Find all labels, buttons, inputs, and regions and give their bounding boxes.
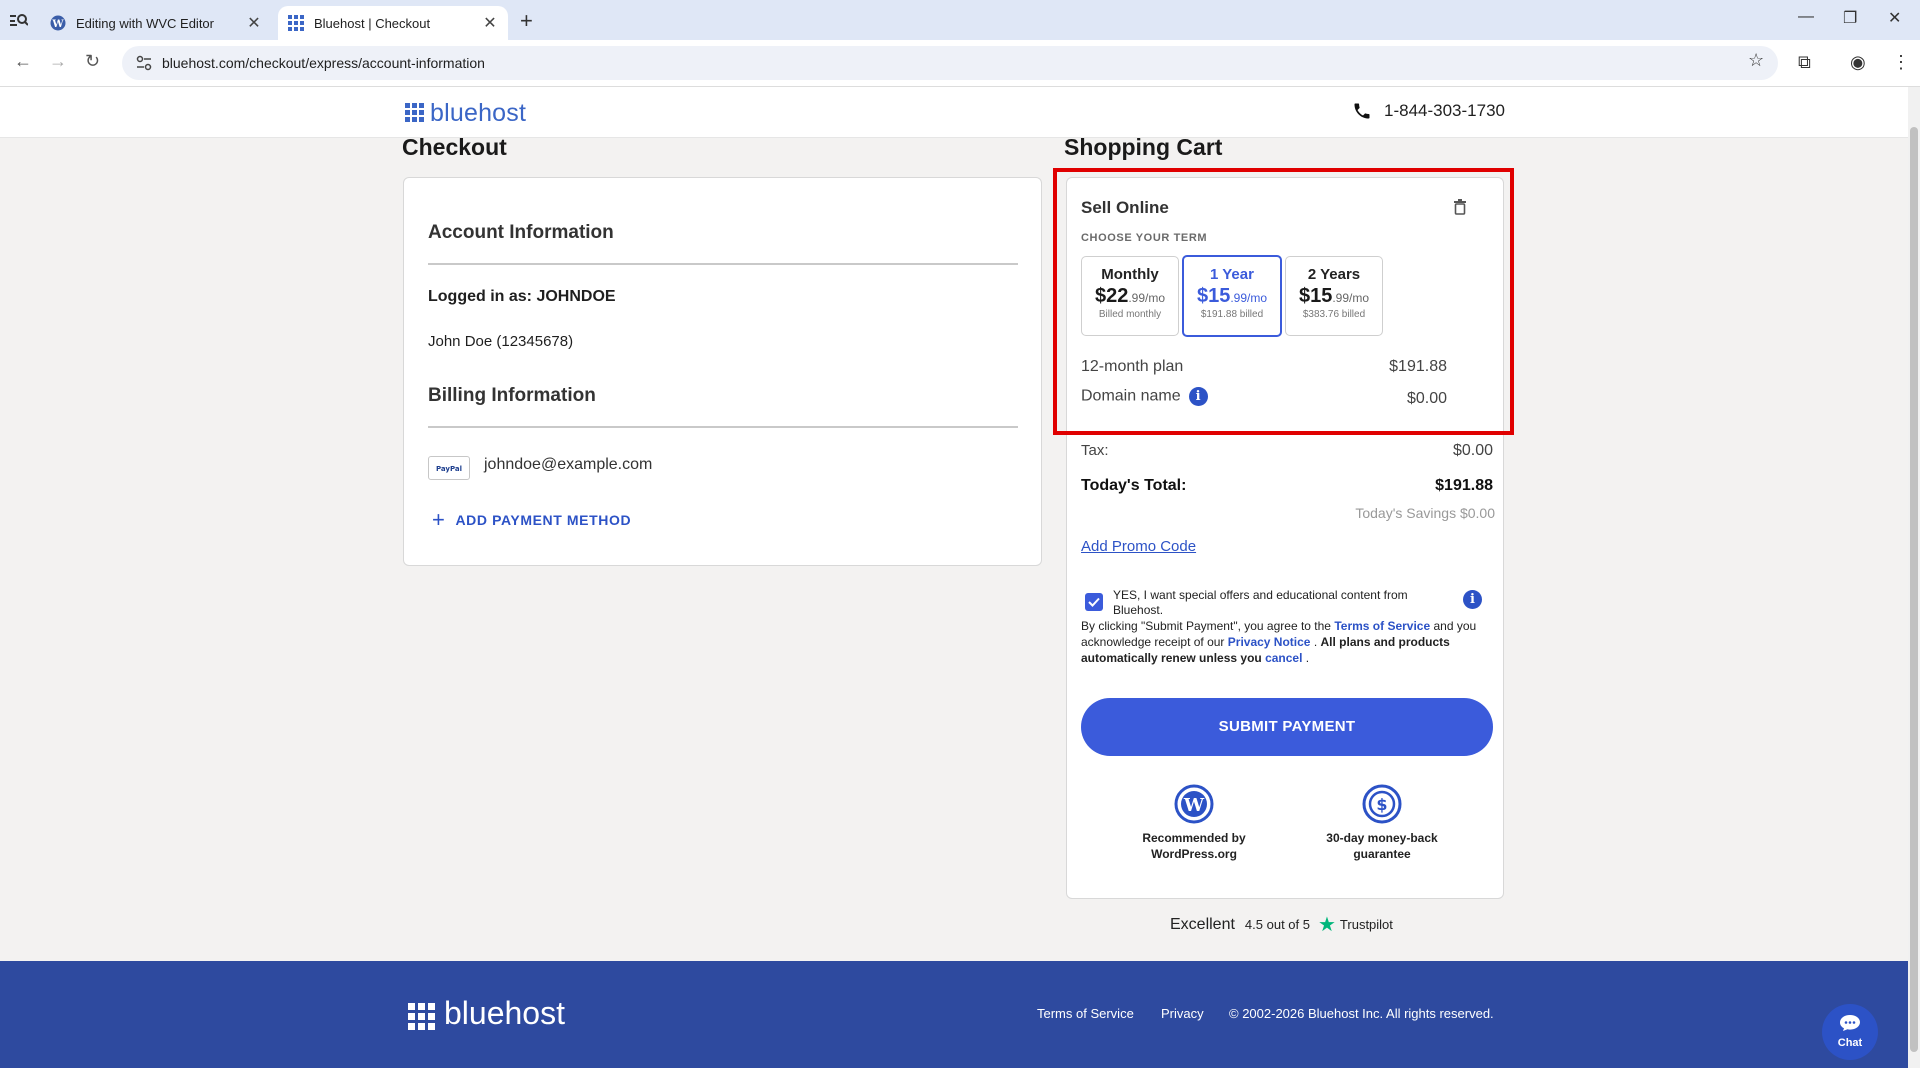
add-promo-code-link[interactable]: Add Promo Code: [1081, 538, 1196, 555]
offers-text: YES, I want special offers and education…: [1113, 588, 1408, 617]
highlight-box: [1053, 168, 1514, 435]
svg-text:W: W: [1183, 795, 1205, 816]
svg-text:W: W: [51, 19, 64, 30]
add-payment-method-button[interactable]: + ADD PAYMENT METHOD: [432, 507, 632, 532]
footer-logo-text[interactable]: bluehost: [444, 995, 565, 1032]
tab-title: Bluehost | Checkout: [314, 15, 431, 31]
bluehost-grid-icon: [288, 15, 304, 31]
billing-info-heading: Billing Information: [428, 385, 596, 406]
address-bar[interactable]: bluehost.com/checkout/express/account-in…: [122, 46, 1778, 80]
total-label: Today's Total:: [1081, 477, 1187, 494]
tax-value: $0.00: [1452, 442, 1493, 459]
phone-icon: [1354, 103, 1370, 119]
trustpilot-brand: Trustpilot: [1339, 917, 1393, 932]
tab-bluehost-checkout[interactable]: Bluehost | Checkout ✕: [278, 6, 508, 40]
money-back-badge: $ 30-day money-back guarantee: [1317, 784, 1447, 862]
browser-toolbar: ← → ↻ bluehost.com/checkout/express/acco…: [0, 40, 1920, 87]
trustpilot-star-icon: ★: [1317, 914, 1336, 936]
footer-copyright: © 2002-2026 Bluehost Inc. All rights res…: [1229, 1006, 1494, 1021]
offers-checkbox[interactable]: [1085, 593, 1103, 611]
payment-email[interactable]: johndoe@example.com: [484, 456, 652, 474]
bluehost-logo-icon[interactable]: [408, 1003, 435, 1030]
info-icon[interactable]: i: [1463, 590, 1482, 609]
checkout-card: Account Information Logged in as: JOHNDO…: [403, 177, 1042, 566]
tax-label: Tax:: [1081, 442, 1109, 459]
menu-dots-icon[interactable]: ⋮: [1892, 52, 1910, 73]
footer-terms-link[interactable]: Terms of Service: [1037, 1006, 1134, 1021]
restore-icon[interactable]: ❐: [1843, 8, 1857, 28]
close-tab-icon[interactable]: ✕: [244, 13, 264, 33]
reload-icon[interactable]: ↻: [85, 51, 100, 72]
close-tab-icon[interactable]: ✕: [480, 13, 500, 33]
checkmark-icon: [1088, 597, 1100, 607]
minimize-icon[interactable]: —: [1798, 8, 1814, 26]
shopping-cart-title: Shopping Cart: [1064, 134, 1223, 160]
submit-payment-button[interactable]: SUBMIT PAYMENT: [1081, 698, 1493, 756]
total-line: Today's Total: $191.88: [1081, 477, 1493, 495]
divider: [428, 426, 1018, 428]
trustpilot-rating[interactable]: Excellent 4.5 out of 5 ★ Trustpilot: [1170, 912, 1393, 937]
site-footer: bluehost Terms of Service Privacy © 2002…: [0, 961, 1908, 1068]
profile-icon[interactable]: ◉: [1850, 52, 1866, 73]
chat-bubble-icon: [1840, 1015, 1860, 1031]
tax-line: Tax: $0.00: [1081, 442, 1493, 460]
total-value: $191.88: [1435, 477, 1493, 494]
page-scrollbar[interactable]: [1908, 87, 1920, 1068]
wordpress-logo-icon: W: [1174, 784, 1214, 824]
money-back-icon: $: [1362, 784, 1402, 824]
account-info-heading: Account Information: [428, 222, 614, 243]
legal-text: By clicking "Submit Payment", you agree …: [1081, 619, 1477, 665]
trustpilot-score: 4.5 out of 5: [1244, 917, 1310, 932]
logged-in-label: Logged in as: JOHNDOE: [428, 288, 616, 305]
add-payment-label: ADD PAYMENT METHOD: [455, 512, 632, 528]
forward-icon[interactable]: →: [49, 51, 67, 72]
user-name-id: John Doe (12345678): [428, 333, 574, 350]
browser-tab-bar: W Editing with WVC Editor ✕ Bluehost | C…: [0, 0, 1920, 40]
site-header: bluehost 1-844-303-1730: [0, 87, 1908, 138]
close-window-icon[interactable]: ✕: [1888, 8, 1901, 28]
bluehost-logo-icon[interactable]: [405, 103, 424, 122]
trustpilot-excellent: Excellent: [1170, 915, 1235, 933]
divider: [428, 263, 1018, 265]
new-tab-icon[interactable]: +: [520, 8, 533, 34]
chat-label: Chat: [1837, 1037, 1863, 1049]
wordpress-icon: W: [50, 15, 66, 31]
svg-text:PayPal: PayPal: [436, 465, 462, 473]
cancel-link[interactable]: cancel: [1265, 651, 1302, 665]
bluehost-logo-text[interactable]: bluehost: [430, 99, 526, 128]
url-text: bluehost.com/checkout/express/account-in…: [162, 55, 485, 71]
extensions-icon[interactable]: ⧉: [1798, 52, 1811, 73]
checkout-title: Checkout: [402, 134, 507, 160]
back-icon[interactable]: ←: [14, 51, 32, 72]
scrollbar-thumb[interactable]: [1910, 127, 1918, 1052]
savings-text: Today's Savings $0.00: [1355, 505, 1495, 521]
phone-text: 1-844-303-1730: [1384, 101, 1505, 120]
svg-text:$: $: [1376, 795, 1387, 814]
tab-title: Editing with WVC Editor: [76, 15, 214, 31]
privacy-notice-link[interactable]: Privacy Notice: [1228, 635, 1311, 649]
tab-search-icon[interactable]: [10, 12, 28, 28]
tab-wvc-editor[interactable]: W Editing with WVC Editor ✕: [40, 6, 272, 40]
site-settings-icon[interactable]: [136, 55, 152, 71]
chat-button[interactable]: Chat: [1822, 1004, 1878, 1060]
plus-icon: +: [432, 507, 446, 532]
wordpress-badge: W Recommended by WordPress.org: [1129, 784, 1259, 862]
footer-privacy-link[interactable]: Privacy: [1161, 1006, 1204, 1021]
bookmark-star-icon[interactable]: ☆: [1748, 50, 1764, 71]
phone-number[interactable]: 1-844-303-1730: [1352, 101, 1505, 121]
paypal-icon: PayPal: [428, 456, 470, 480]
terms-of-service-link[interactable]: Terms of Service: [1334, 619, 1430, 633]
